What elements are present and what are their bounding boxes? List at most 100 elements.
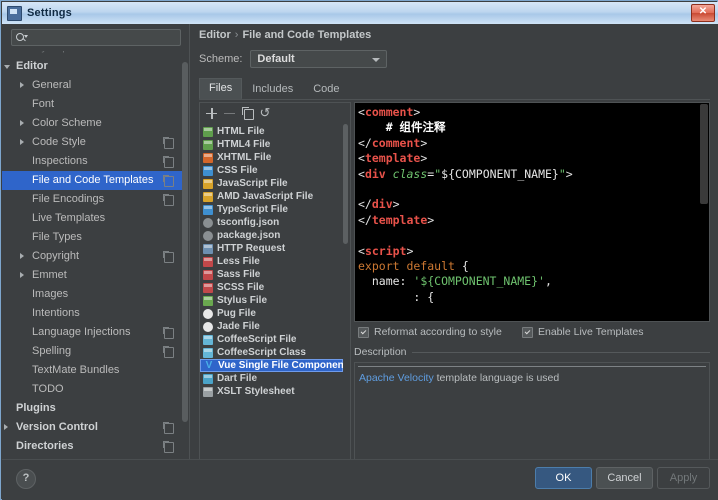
settings-tree: KeymapEditorGeneralFontColor SchemeCode … xyxy=(2,51,182,456)
list-item-label: Vue Single File Component xyxy=(218,359,343,372)
sidebar-item-font[interactable]: Font xyxy=(2,95,182,114)
list-item[interactable]: HTML File xyxy=(200,125,343,138)
copy-scope-icon xyxy=(164,157,174,168)
sidebar-item-version-control[interactable]: Version Control xyxy=(2,418,182,437)
template-list-scrollbar-thumb[interactable] xyxy=(343,124,348,244)
list-item[interactable]: Sass File xyxy=(200,268,343,281)
sidebar-item-todo[interactable]: TODO xyxy=(2,380,182,399)
list-item[interactable]: JavaScript File xyxy=(200,177,343,190)
sidebar-item-editor[interactable]: Editor xyxy=(2,57,182,76)
code-token: ${COMPONENT_NAME} xyxy=(441,167,559,181)
scheme-label: Scheme: xyxy=(199,53,242,65)
check-icon xyxy=(522,327,533,338)
list-item[interactable]: TypeScript File xyxy=(200,203,343,216)
list-item[interactable]: AMD JavaScript File xyxy=(200,190,343,203)
sidebar-scrollbar[interactable] xyxy=(182,54,188,454)
file-type-icon xyxy=(203,244,213,254)
code-token: > xyxy=(413,105,420,119)
template-options-row: Reformat according to style Enable Live … xyxy=(354,326,710,340)
list-item[interactable]: XSLT Stylesheet xyxy=(200,385,343,398)
code-token: > xyxy=(420,151,427,165)
template-code-text[interactable]: <comment> # 组件注释</comment><template><div… xyxy=(358,105,699,305)
sidebar-item-code-style[interactable]: Code Style xyxy=(2,133,182,152)
list-item[interactable]: VVue Single File Component xyxy=(200,359,343,372)
breadcrumb-root[interactable]: Editor xyxy=(199,29,231,41)
search-input[interactable] xyxy=(11,29,181,46)
chevron-right-icon[interactable] xyxy=(4,424,8,430)
copy-template-button[interactable] xyxy=(239,105,255,121)
reset-template-button[interactable]: ↺ xyxy=(257,105,273,121)
sidebar-item-images[interactable]: Images xyxy=(2,285,182,304)
sidebar-item-plugins[interactable]: Plugins xyxy=(2,399,182,418)
sidebar-item-live-templates[interactable]: Live Templates xyxy=(2,209,182,228)
list-item[interactable]: HTML4 File xyxy=(200,138,343,151)
remove-template-button[interactable] xyxy=(221,105,237,121)
list-item[interactable]: CoffeeScript Class xyxy=(200,346,343,359)
sidebar-item-inspections[interactable]: Inspections xyxy=(2,152,182,171)
chevron-right-icon[interactable] xyxy=(20,139,24,145)
tab-includes[interactable]: Includes xyxy=(242,79,303,99)
sidebar-item-directories[interactable]: Directories xyxy=(2,437,182,456)
sidebar-item-file-types[interactable]: File Types xyxy=(2,228,182,247)
sidebar-item-copyright[interactable]: Copyright xyxy=(2,247,182,266)
list-item[interactable]: HTTP Request xyxy=(200,242,343,255)
sidebar-item-color-scheme[interactable]: Color Scheme xyxy=(2,114,182,133)
live-templates-checkbox[interactable]: Enable Live Templates xyxy=(522,326,643,338)
chevron-right-icon[interactable] xyxy=(20,272,24,278)
list-item[interactable]: SCSS File xyxy=(200,281,343,294)
sidebar-item-general[interactable]: General xyxy=(2,76,182,95)
sidebar-item-label: File Types xyxy=(32,228,82,247)
sidebar-item-label: Code Style xyxy=(32,133,86,152)
sidebar-item-file-and-code-templates[interactable]: File and Code Templates xyxy=(2,171,182,190)
list-item[interactable]: tsconfig.json xyxy=(200,216,343,229)
sidebar-scrollbar-thumb[interactable] xyxy=(182,62,188,422)
sidebar-item-intentions[interactable]: Intentions xyxy=(2,304,182,323)
list-item[interactable]: CoffeeScript File xyxy=(200,333,343,346)
chevron-down-icon[interactable] xyxy=(4,65,10,69)
sidebar-item-label: Directories xyxy=(16,437,73,456)
close-icon[interactable]: ✕ xyxy=(691,4,715,22)
apply-button[interactable]: Apply xyxy=(657,467,710,489)
list-item[interactable]: Less File xyxy=(200,255,343,268)
list-item[interactable]: Jade File xyxy=(200,320,343,333)
list-item[interactable]: Dart File xyxy=(200,372,343,385)
list-item[interactable]: Stylus File xyxy=(200,294,343,307)
ok-button[interactable]: OK xyxy=(535,467,592,489)
file-type-icon xyxy=(203,140,213,150)
chevron-right-icon[interactable] xyxy=(20,82,24,88)
sidebar-item-emmet[interactable]: Emmet xyxy=(2,266,182,285)
description-title: Description xyxy=(354,346,412,358)
code-token: comment xyxy=(372,136,420,150)
list-item-label: CoffeeScript Class xyxy=(217,346,306,359)
reformat-checkbox[interactable]: Reformat according to style xyxy=(358,326,502,338)
list-item[interactable]: CSS File xyxy=(200,164,343,177)
sidebar-item-file-encodings[interactable]: File Encodings xyxy=(2,190,182,209)
template-list-scrollbar[interactable] xyxy=(343,124,348,474)
chevron-right-icon[interactable] xyxy=(20,120,24,126)
list-item-label: JavaScript File xyxy=(217,177,288,190)
sidebar-item-label: Font xyxy=(32,95,54,114)
sidebar-item-label: Version Control xyxy=(16,418,98,437)
scheme-select[interactable]: Default xyxy=(250,50,387,68)
list-item[interactable]: XHTML File xyxy=(200,151,343,164)
cancel-button[interactable]: Cancel xyxy=(596,467,653,489)
editor-scrollbar-thumb[interactable] xyxy=(700,104,708,204)
tab-files[interactable]: Files xyxy=(199,78,242,99)
list-item[interactable]: package.json xyxy=(200,229,343,242)
velocity-link[interactable]: Apache Velocity xyxy=(359,372,434,384)
file-type-icon xyxy=(203,257,213,267)
sidebar-item-label: Color Scheme xyxy=(32,114,102,133)
help-icon[interactable]: ? xyxy=(16,469,36,489)
description-rest: template language is used xyxy=(434,372,560,384)
description-box[interactable]: Apache Velocity template language is use… xyxy=(354,362,710,474)
template-list: HTML FileHTML4 FileXHTML FileCSS FileJav… xyxy=(200,125,343,474)
list-item[interactable]: Pug File xyxy=(200,307,343,320)
sidebar-item-textmate-bundles[interactable]: TextMate Bundles xyxy=(2,361,182,380)
sidebar-item-label: Plugins xyxy=(16,399,56,418)
tab-code[interactable]: Code xyxy=(303,79,349,99)
chevron-right-icon[interactable] xyxy=(20,253,24,259)
sidebar-item-language-injections[interactable]: Language Injections xyxy=(2,323,182,342)
add-template-button[interactable] xyxy=(203,105,219,121)
template-code-editor[interactable]: <comment> # 组件注释</comment><template><div… xyxy=(354,102,710,322)
sidebar-item-spelling[interactable]: Spelling xyxy=(2,342,182,361)
